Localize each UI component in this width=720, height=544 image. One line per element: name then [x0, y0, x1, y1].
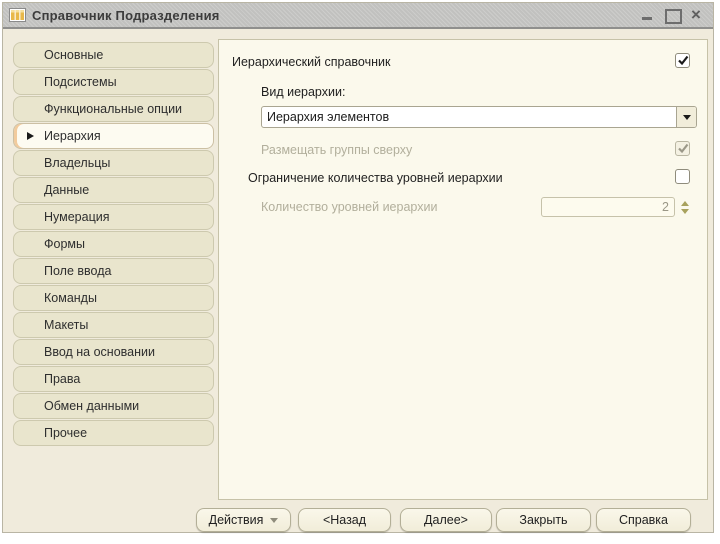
tab-label: Подсистемы: [44, 75, 117, 89]
window-controls: ×: [641, 9, 707, 21]
tab-makety[interactable]: Макеты: [13, 312, 214, 338]
catalog-icon: [9, 8, 26, 22]
tab-pole-vvoda[interactable]: Поле ввода: [13, 258, 214, 284]
close-icon[interactable]: ×: [689, 9, 703, 21]
checkmark-icon: [676, 141, 691, 156]
maximize-icon[interactable]: [665, 9, 679, 21]
close-button-label: Закрыть: [519, 509, 567, 531]
checkmark-icon: [676, 53, 691, 68]
tab-prava[interactable]: Права: [13, 366, 214, 392]
tab-label: Права: [44, 372, 80, 386]
tab-label: Ввод на основании: [44, 345, 155, 359]
tab-obmen-dannymi[interactable]: Обмен данными: [13, 393, 214, 419]
groups-on-top-checkbox: [675, 141, 690, 156]
help-button[interactable]: Справка: [596, 508, 691, 532]
tab-label: Владельцы: [44, 156, 110, 170]
spin-down-icon: [681, 209, 689, 214]
help-button-label: Справка: [619, 509, 668, 531]
tab-ierarhiya[interactable]: Иерархия: [13, 123, 214, 149]
tab-label: Данные: [44, 183, 89, 197]
selected-tab-arrow-icon: [27, 132, 34, 140]
window-title: Справочник Подразделения: [32, 8, 220, 23]
titlebar[interactable]: Справочник Подразделения ×: [3, 3, 713, 29]
levels-count-input: 2: [541, 197, 675, 217]
actions-button[interactable]: Действия: [196, 508, 291, 532]
next-button-label: Далее>: [424, 509, 468, 531]
tab-prochee[interactable]: Прочее: [13, 420, 214, 446]
groups-on-top-label: Размещать группы сверху: [261, 143, 412, 157]
tab-label: Функциональные опции: [44, 102, 182, 116]
hierarchical-catalog-checkbox[interactable]: [675, 53, 690, 68]
tab-numeraciya[interactable]: Нумерация: [13, 204, 214, 230]
minimize-icon[interactable]: [641, 9, 655, 21]
close-button[interactable]: Закрыть: [496, 508, 591, 532]
tab-osnovnye[interactable]: Основные: [13, 42, 214, 68]
levels-count-stepper: [678, 197, 692, 217]
config-window: Справочник Подразделения × Основные Подс…: [2, 2, 714, 533]
back-button[interactable]: <Назад: [298, 508, 391, 532]
combo-dropdown-button[interactable]: [676, 107, 696, 127]
chevron-down-icon: [683, 115, 691, 120]
levels-count-label: Количество уровней иерархии: [261, 200, 437, 214]
tab-vvod-na-osnovanii[interactable]: Ввод на основании: [13, 339, 214, 365]
tab-podsistemy[interactable]: Подсистемы: [13, 69, 214, 95]
tab-funkcionalnye-opcii[interactable]: Функциональные опции: [13, 96, 214, 122]
hierarchical-catalog-label: Иерархический справочник: [232, 55, 390, 69]
hierarchy-settings-panel: Иерархический справочник Вид иерархии: И…: [218, 39, 708, 500]
tab-list: Основные Подсистемы Функциональные опции…: [13, 42, 214, 447]
tab-label: Иерархия: [44, 129, 101, 143]
tab-dannye[interactable]: Данные: [13, 177, 214, 203]
tab-label: Обмен данными: [44, 399, 139, 413]
tab-label: Команды: [44, 291, 97, 305]
next-button[interactable]: Далее>: [400, 508, 492, 532]
hierarchy-kind-select[interactable]: Иерархия элементов: [261, 106, 697, 128]
chevron-down-icon: [270, 518, 278, 523]
tab-komandy[interactable]: Команды: [13, 285, 214, 311]
tab-formy[interactable]: Формы: [13, 231, 214, 257]
back-button-label: <Назад: [323, 509, 366, 531]
tab-label: Поле ввода: [44, 264, 111, 278]
hierarchy-kind-label: Вид иерархии:: [261, 85, 345, 99]
tab-label: Основные: [44, 48, 103, 62]
limit-levels-label: Ограничение количества уровней иерархии: [248, 171, 503, 185]
limit-levels-checkbox[interactable]: [675, 169, 690, 184]
tab-label: Прочее: [44, 426, 87, 440]
actions-button-label: Действия: [209, 509, 264, 531]
tab-label: Нумерация: [44, 210, 110, 224]
tab-vladelcy[interactable]: Владельцы: [13, 150, 214, 176]
hierarchy-kind-value: Иерархия элементов: [262, 110, 676, 124]
spin-up-icon: [681, 201, 689, 206]
tab-label: Макеты: [44, 318, 88, 332]
tab-label: Формы: [44, 237, 85, 251]
